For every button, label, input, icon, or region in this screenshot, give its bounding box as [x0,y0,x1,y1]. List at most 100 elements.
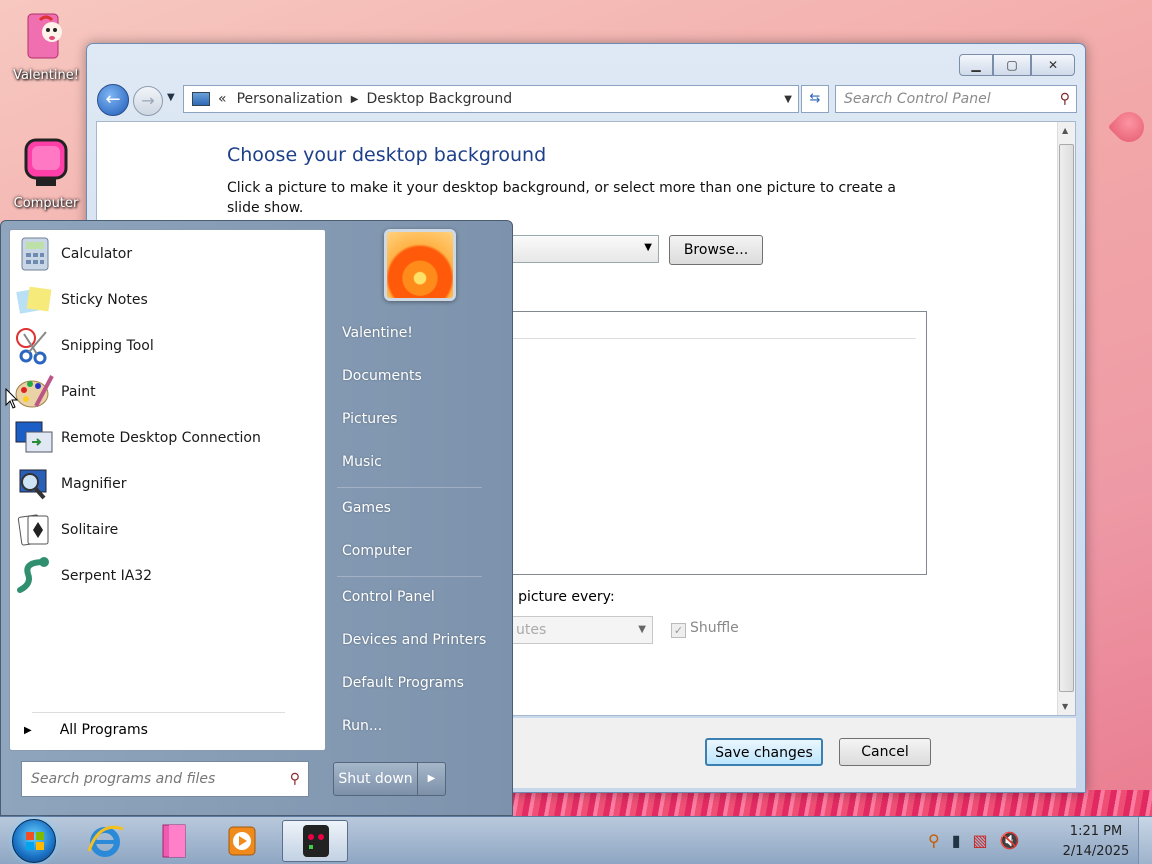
taskbar-internet-explorer[interactable] [72,820,138,862]
interval-dropdown[interactable]: utes ▼ [505,616,653,644]
right-item-run[interactable]: Run... [342,718,382,734]
program-snipping-tool[interactable]: Snipping Tool [14,324,319,368]
search-tray-icon[interactable]: ⚲ [928,831,940,850]
serpent-app-icon [303,825,329,857]
desktop-icon-label: Valentine! [13,68,79,83]
shutdown-options-button[interactable]: ▶ [418,762,446,796]
search-control-panel-input[interactable]: Search Control Panel ⚲ [835,85,1077,113]
shutdown-button[interactable]: Shut down [333,762,418,796]
caption-buttons: ▁ ▢ ✕ [959,54,1075,76]
search-icon: ⚲ [289,771,300,787]
control-panel-icon [192,92,210,106]
desktop-icon-computer[interactable]: Computer [6,136,86,211]
solitaire-icon [17,514,49,546]
volume-muted-icon[interactable]: 🔇 [1000,831,1020,850]
right-item-devices-printers[interactable]: Devices and Printers [342,632,486,648]
right-item-default-programs[interactable]: Default Programs [342,675,464,691]
snipping-tool-icon [16,328,47,365]
expand-arrow-icon: ▶ [24,724,32,736]
start-search-input[interactable]: Search programs and files ⚲ [21,761,309,797]
right-item-valentine[interactable]: Valentine! [342,325,413,341]
interval-value: utes [516,622,547,638]
navigation-bar: ← → ▼ « Personalization ▶ Desktop Backgr… [97,84,1077,118]
breadcrumb-separator-icon[interactable]: ▶ [351,94,359,105]
all-programs-label: All Programs [59,722,148,738]
right-item-games[interactable]: Games [342,500,391,516]
clock-date: 2/14/2025 [1062,844,1130,859]
start-button[interactable] [12,819,56,863]
programs-pane: Calculator Sticky Notes Snipping Tool Pa… [9,229,326,751]
program-label: Solitaire [61,522,119,538]
cancel-button[interactable]: Cancel [839,738,931,766]
calculator-icon [21,237,49,271]
taskbar-documents[interactable] [140,820,206,862]
maximize-button[interactable]: ▢ [993,54,1031,76]
taskbar-serpent-app[interactable] [282,820,348,862]
recent-pages-dropdown[interactable]: ▼ [167,92,175,103]
serpent-icon [17,557,49,593]
right-item-music[interactable]: Music [342,454,382,470]
shuffle-checkbox[interactable]: ✓ Shuffle [671,620,739,638]
right-item-documents[interactable]: Documents [342,368,422,384]
user-picture[interactable] [384,229,456,301]
program-calculator[interactable]: Calculator [14,232,319,276]
program-remote-desktop[interactable]: Remote Desktop Connection [14,416,319,460]
program-serpent[interactable]: Serpent IA32 [14,554,319,598]
program-label: Calculator [61,246,133,262]
desktop-icon-label: Computer [13,196,79,211]
scrollbar-thumb[interactable] [1059,144,1074,692]
right-divider [337,576,482,577]
address-dropdown-icon[interactable]: ▼ [784,94,792,105]
picture-list[interactable] [505,311,927,575]
page-description: Click a picture to make it your desktop … [227,180,896,216]
usb-device-icon[interactable]: ▮ [952,831,961,850]
right-item-control-panel[interactable]: Control Panel [342,589,435,605]
chevron-down-icon: ▼ [644,242,652,253]
back-button[interactable]: ← [97,84,129,116]
program-label: Snipping Tool [61,338,154,354]
breadcrumb-desktop-background[interactable]: Desktop Background [366,91,512,107]
all-programs-button[interactable]: ▶ All Programs [24,722,148,738]
clock-time: 1:21 PM [1069,824,1123,839]
system-tray: ⚲ ▮ ▧ 🔇 [928,831,1020,850]
taskbar-clock[interactable]: 1:21 PM 2/14/2025 [1058,822,1134,862]
close-button[interactable]: ✕ [1031,54,1075,76]
checkmark-icon: ✓ [671,623,686,638]
back-arrow-icon: ← [105,89,121,110]
program-solitaire[interactable]: Solitaire [14,508,319,552]
taskbar-media-player[interactable] [208,820,274,862]
refresh-button[interactable]: ⇆ [801,85,829,113]
save-changes-button[interactable]: Save changes [705,738,823,766]
browse-button[interactable]: Browse... [669,235,763,265]
picture-location-dropdown[interactable]: ▼ [505,235,659,263]
desktop-icon-valentine[interactable]: Valentine! [6,8,86,83]
internet-explorer-icon [87,825,124,857]
address-bar[interactable]: « Personalization ▶ Desktop Background ▼ [183,85,799,113]
search-placeholder: Search Control Panel [844,91,991,107]
media-player-icon [228,826,256,856]
chevron-down-icon: ▼ [167,92,175,103]
breadcrumb-overflow[interactable]: « [218,91,227,107]
all-programs-divider [32,712,285,713]
program-paint[interactable]: Paint [14,370,319,414]
minimize-button[interactable]: ▁ [959,54,993,76]
right-item-pictures[interactable]: Pictures [342,411,397,427]
show-desktop-button[interactable] [1138,817,1152,864]
windows-logo-icon [26,832,44,850]
close-icon: ✕ [1047,58,1059,72]
search-icon: ⚲ [1059,91,1070,107]
valentine-folder-icon [22,8,70,64]
forward-button[interactable]: → [133,86,163,116]
scroll-up-icon[interactable]: ▲ [1062,126,1068,135]
vertical-scrollbar[interactable]: ▲ ▼ [1057,122,1075,715]
program-sticky-notes[interactable]: Sticky Notes [14,278,319,322]
program-magnifier[interactable]: Magnifier [14,462,319,506]
start-menu: Calculator Sticky Notes Snipping Tool Pa… [0,220,513,816]
documents-icon [162,824,186,858]
mouse-cursor-icon [5,388,19,409]
breadcrumb-personalization[interactable]: Personalization [237,91,343,107]
scroll-down-icon[interactable]: ▼ [1062,702,1068,711]
paint-icon [15,375,54,408]
network-disconnected-icon[interactable]: ▧ [973,831,988,850]
right-item-computer[interactable]: Computer [342,543,412,559]
